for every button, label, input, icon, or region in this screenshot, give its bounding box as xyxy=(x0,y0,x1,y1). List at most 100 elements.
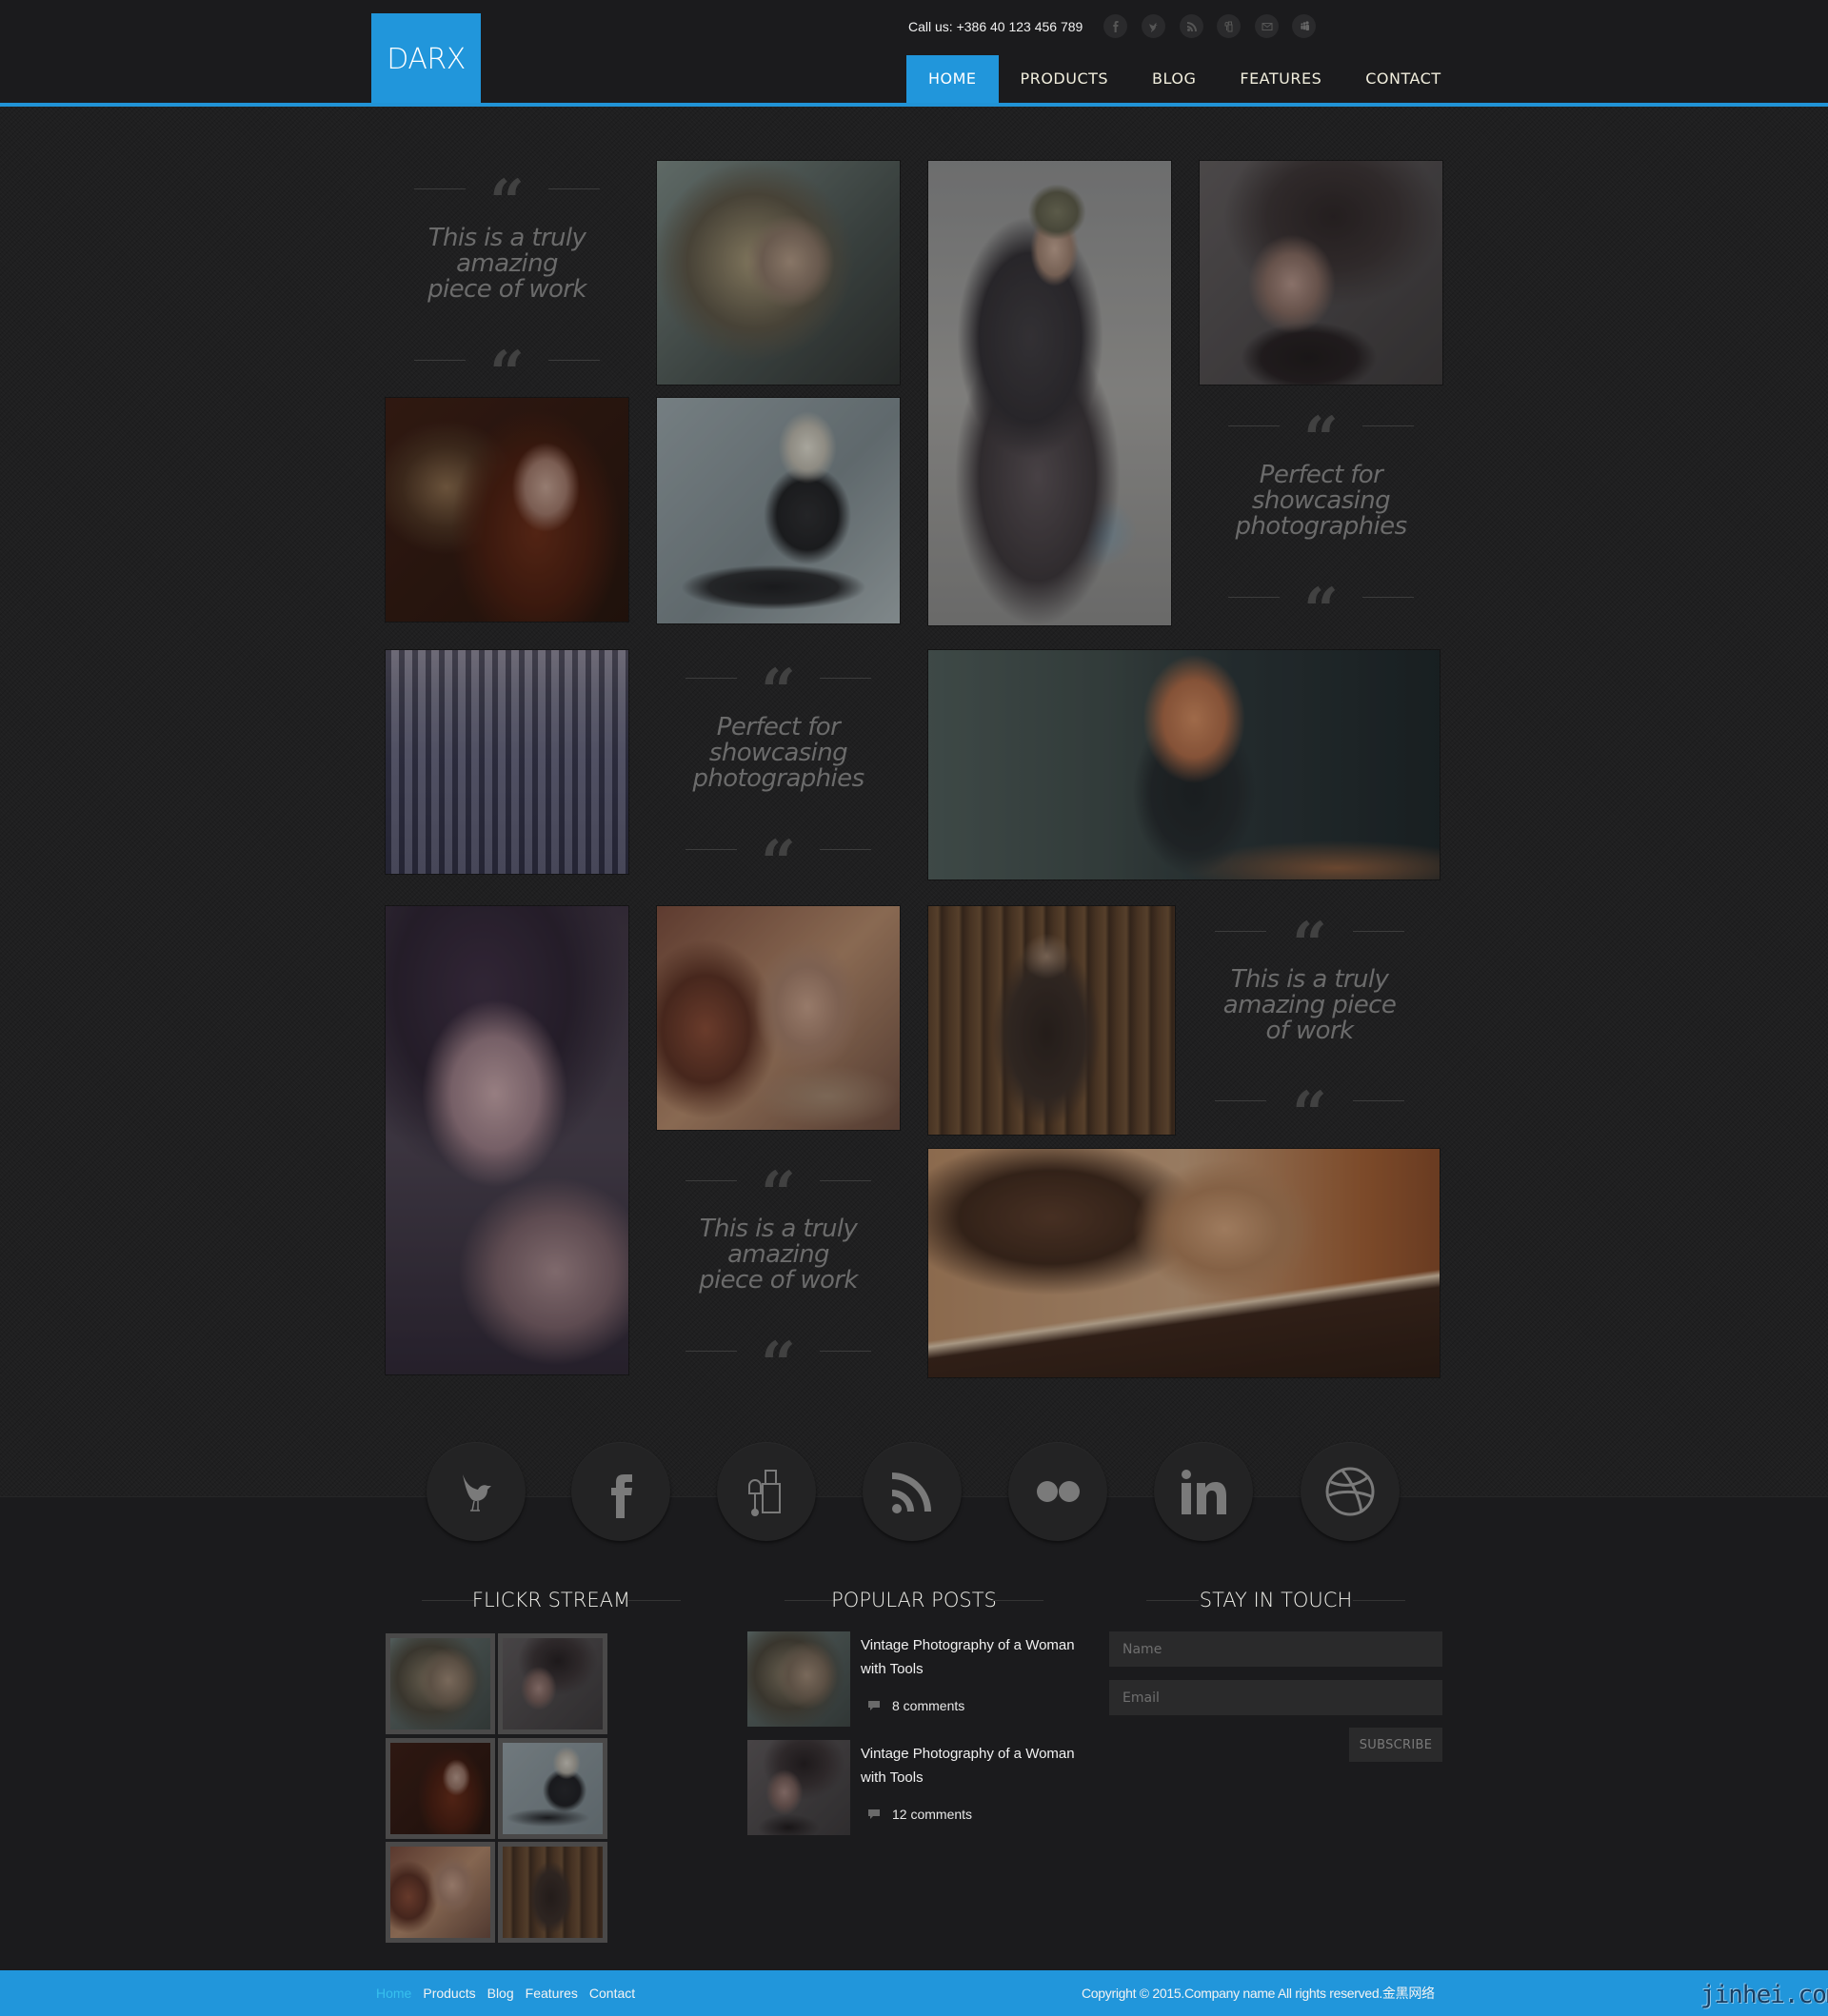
email-input[interactable] xyxy=(1109,1680,1442,1715)
comment-count: 12 comments xyxy=(892,1807,973,1822)
footer-nav-products[interactable]: Products xyxy=(423,1986,475,2001)
flickr-thumb[interactable] xyxy=(498,1633,607,1734)
twitter-link[interactable] xyxy=(427,1442,526,1541)
popular-posts-title: POPULAR POSTS xyxy=(785,1586,1043,1614)
divider xyxy=(820,849,871,850)
divider xyxy=(991,1600,1043,1601)
gallery-photo[interactable] xyxy=(1200,161,1442,385)
facebook-link[interactable] xyxy=(571,1442,670,1541)
gallery-photo[interactable] xyxy=(928,1149,1440,1377)
gallery-photo[interactable] xyxy=(386,906,628,1374)
email-link[interactable] xyxy=(1255,14,1279,38)
rss-link[interactable] xyxy=(863,1442,962,1541)
post-title-link[interactable]: Vintage Photography of a Woman with Tool… xyxy=(861,1742,1089,1789)
divider xyxy=(820,678,871,679)
post-title-link[interactable]: Vintage Photography of a Woman with Tool… xyxy=(861,1633,1089,1681)
myspace-icon xyxy=(1300,20,1309,30)
quote-text: This is a truly amazing piece of work xyxy=(699,1215,858,1295)
footer-nav: Home Products Blog Features Contact xyxy=(376,1970,635,2016)
linkedin-icon xyxy=(1182,1470,1226,1514)
quote-text: Perfect for showcasing photographies xyxy=(1235,461,1407,541)
nav-contact[interactable]: CONTACT xyxy=(1343,55,1462,103)
flickr-thumb[interactable] xyxy=(386,1738,495,1839)
quote-mark-icon: “ xyxy=(1292,915,1327,947)
divider xyxy=(414,360,466,361)
quote-mark-icon: “ xyxy=(761,833,796,865)
quote-mark-icon: “ xyxy=(761,1334,796,1367)
email-icon xyxy=(1262,22,1272,30)
footer-nav-features[interactable]: Features xyxy=(526,1986,578,2001)
linkedin-link[interactable] xyxy=(1154,1442,1253,1541)
gallery-section: “ This is a trulyamazingpiece of work “ … xyxy=(0,107,1828,1496)
divider xyxy=(686,1351,737,1352)
myspace-link[interactable] xyxy=(1292,14,1316,38)
comment-count: 8 comments xyxy=(892,1698,965,1713)
divider xyxy=(820,1351,871,1352)
twitter-link[interactable] xyxy=(1142,14,1165,38)
facebook-icon xyxy=(1112,20,1119,32)
footer-nav-blog[interactable]: Blog xyxy=(487,1986,514,2001)
nav-products[interactable]: PRODUCTS xyxy=(999,55,1131,103)
post-comments[interactable]: 12 comments xyxy=(867,1805,972,1824)
gallery-photo[interactable] xyxy=(386,398,628,622)
quote-tile: “ Perfect forshowcasingphotographies “ xyxy=(657,650,900,879)
flickr-thumb[interactable] xyxy=(386,1842,495,1943)
delicious-link[interactable] xyxy=(717,1442,816,1541)
quote-mark-icon: “ xyxy=(489,172,525,205)
flickr-thumb[interactable] xyxy=(386,1633,495,1734)
quote-mark-icon: “ xyxy=(1292,1084,1327,1117)
post-thumbnail[interactable] xyxy=(747,1740,850,1835)
gallery-photo[interactable] xyxy=(657,161,900,385)
quote-mark-icon: “ xyxy=(761,662,796,694)
divider xyxy=(1362,597,1414,598)
flickr-link[interactable] xyxy=(1008,1442,1107,1541)
dribbble-icon xyxy=(1325,1467,1375,1516)
quote-text: This is a truly amazing piece of work xyxy=(1222,965,1397,1045)
post-comments[interactable]: 8 comments xyxy=(867,1696,964,1715)
divider xyxy=(628,1600,681,1601)
flickr-thumb[interactable] xyxy=(498,1842,607,1943)
rss-icon xyxy=(892,1472,931,1513)
logo[interactable]: DARX xyxy=(371,13,481,105)
stay-in-touch-title: STAY IN TOUCH xyxy=(1146,1586,1405,1614)
divider xyxy=(1215,1100,1266,1101)
dribbble-link[interactable] xyxy=(1301,1442,1400,1541)
quote-tile: “ This is a trulyamazingpiece of work “ xyxy=(386,161,628,385)
rss-link[interactable] xyxy=(1180,14,1203,38)
divider xyxy=(548,360,600,361)
gallery-photo[interactable] xyxy=(928,161,1171,625)
comment-icon xyxy=(868,1809,880,1819)
twitter-icon xyxy=(1148,22,1158,32)
gallery-photo[interactable] xyxy=(928,650,1440,880)
footer-nav-contact[interactable]: Contact xyxy=(589,1986,635,2001)
facebook-link[interactable] xyxy=(1103,14,1127,38)
gallery-photo[interactable] xyxy=(386,650,628,874)
rss-icon xyxy=(1186,21,1197,31)
divider xyxy=(1353,931,1404,932)
comment-icon xyxy=(868,1701,880,1710)
flickr-thumb[interactable] xyxy=(498,1738,607,1839)
name-input[interactable] xyxy=(1109,1631,1442,1667)
gallery-photo[interactable] xyxy=(928,906,1175,1135)
nav-home[interactable]: HOME xyxy=(906,55,999,103)
divider xyxy=(686,678,737,679)
delicious-icon xyxy=(1224,21,1232,31)
divider xyxy=(414,188,466,189)
gallery-photo[interactable] xyxy=(657,398,900,623)
footer-nav-home[interactable]: Home xyxy=(376,1986,411,2001)
nav-blog[interactable]: BLOG xyxy=(1130,55,1218,103)
divider xyxy=(686,849,737,850)
subscribe-button[interactable]: SUBSCRIBE xyxy=(1349,1728,1442,1762)
post-thumbnail[interactable] xyxy=(747,1631,850,1727)
delicious-link[interactable] xyxy=(1217,14,1241,38)
twitter-bird-icon xyxy=(463,1474,491,1512)
divider xyxy=(548,188,600,189)
watermark-logo: jinhei.com xyxy=(1700,1981,1828,2009)
nav-features[interactable]: FEATURES xyxy=(1218,55,1343,103)
popular-post: Vintage Photography of a Woman with Tool… xyxy=(747,1631,1090,1727)
quote-mark-icon: “ xyxy=(1303,581,1339,613)
footer-bar: Home Products Blog Features Contact Copy… xyxy=(0,1970,1828,2016)
quote-mark-icon: “ xyxy=(1303,409,1339,442)
quote-tile: “ This is a trulyamazing pieceof work “ xyxy=(1188,906,1431,1135)
gallery-photo[interactable] xyxy=(657,906,900,1130)
